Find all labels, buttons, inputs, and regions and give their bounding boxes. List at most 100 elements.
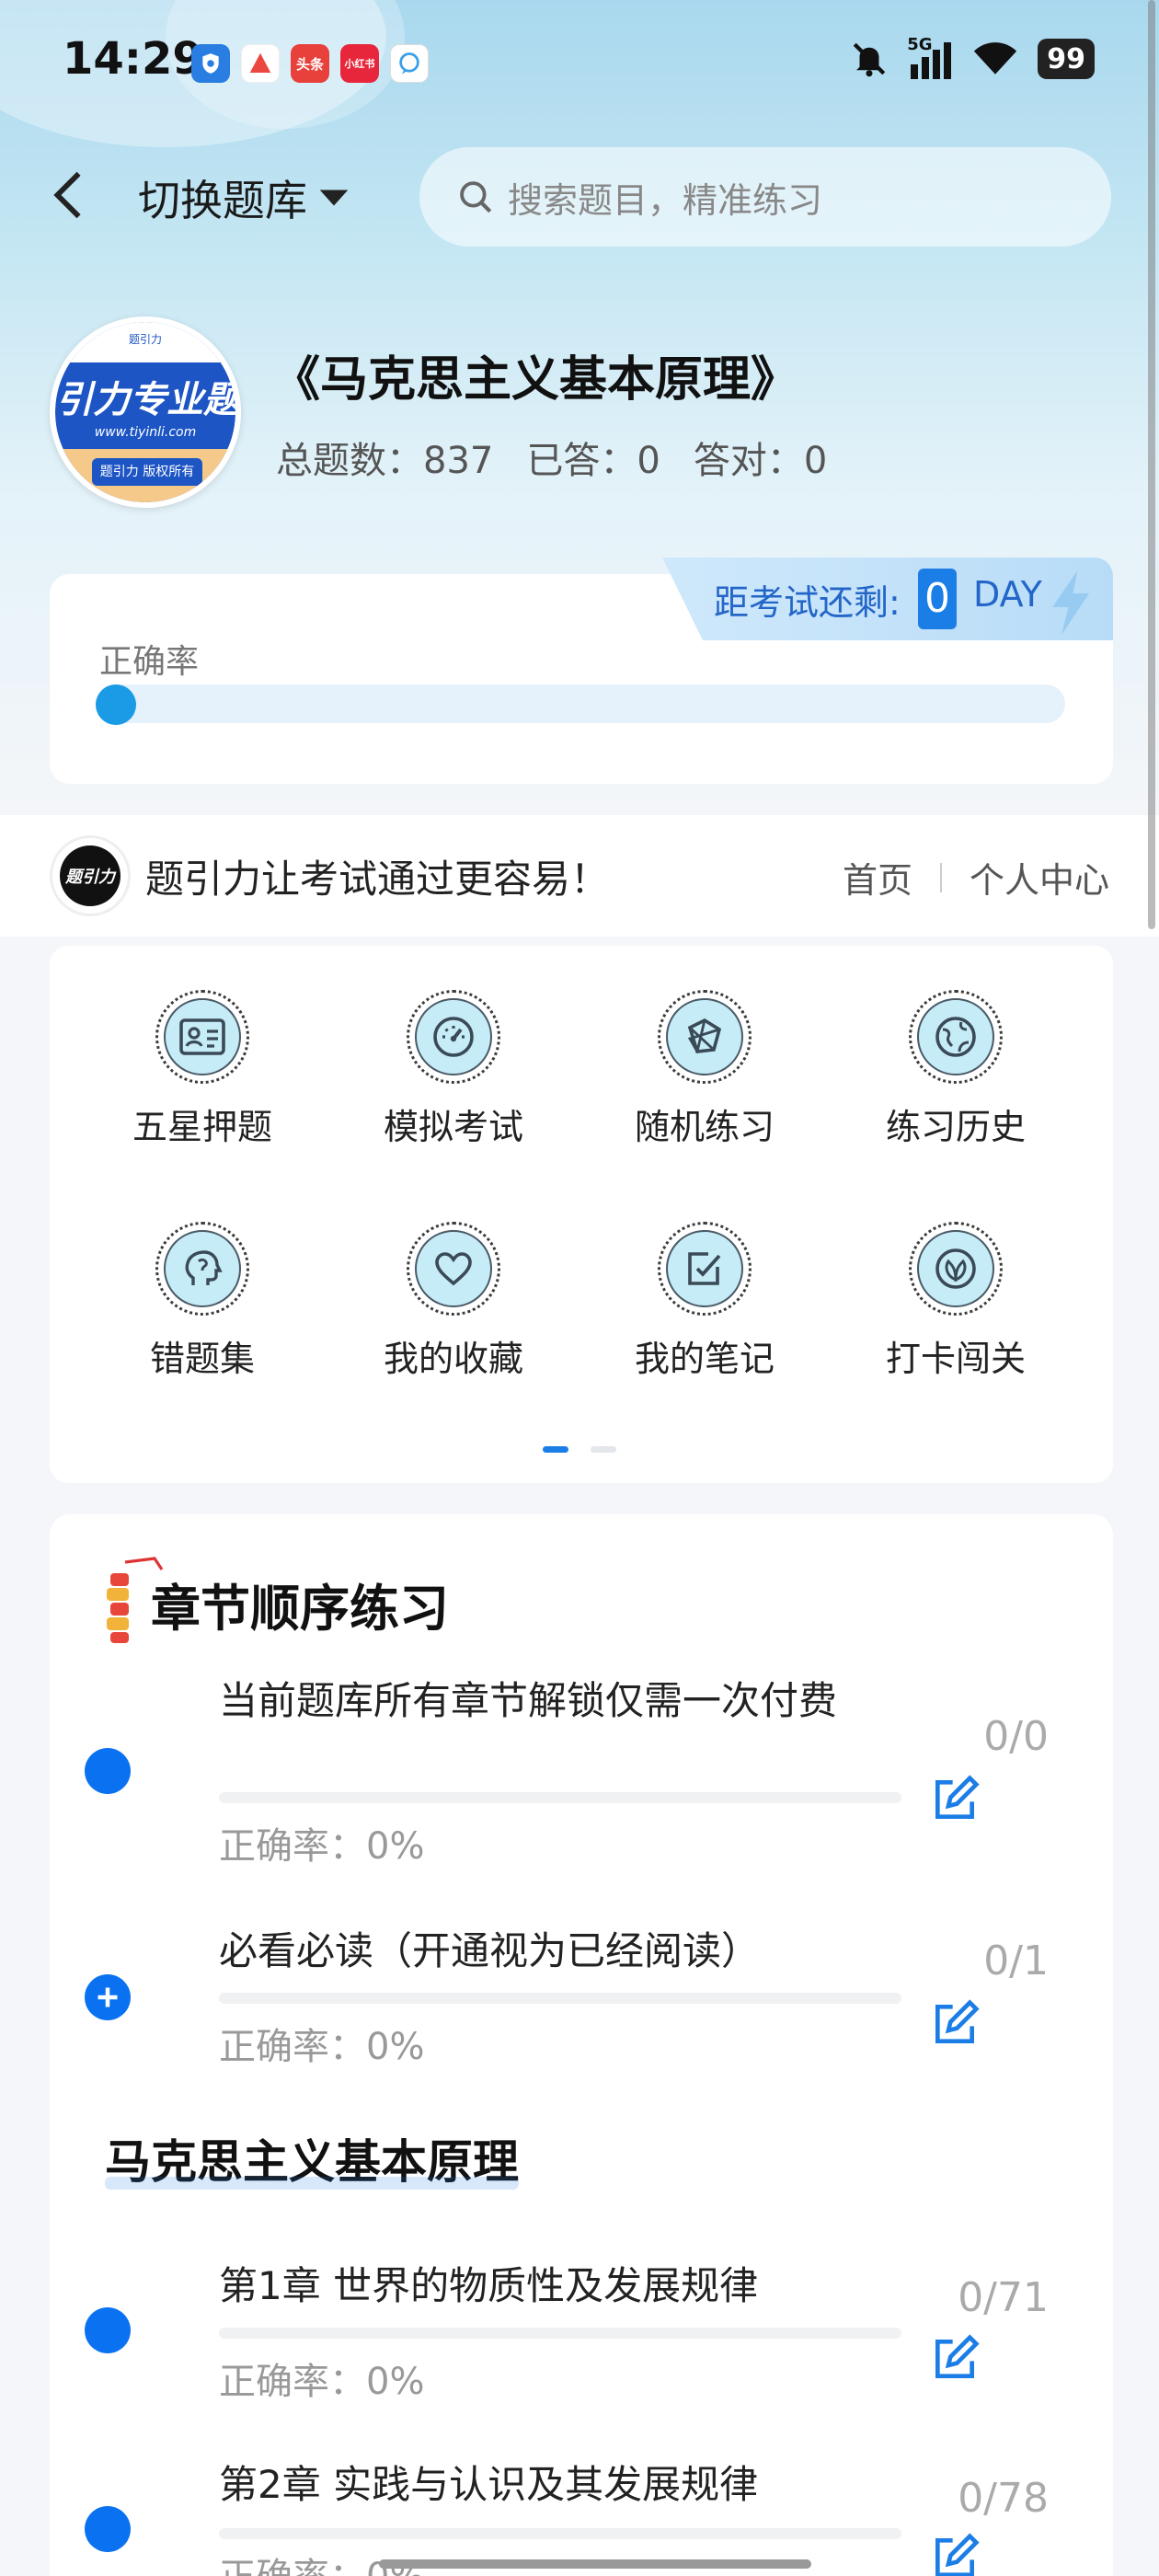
icon-ring [658,1222,752,1316]
chapter-progress-track [219,1792,901,1803]
book-cover: 题引力 引力专业题 www.tiyinli.com 题引力 版权所有 [50,316,241,508]
mute-bell-icon [854,42,886,77]
chapter-progress-track [219,1993,901,2004]
stat-correct-label: 答对： [693,440,804,482]
book-title: 《马克思主义基本原理》 [272,352,799,408]
slogan-text: 题引力让考试通过更容易！ [145,857,610,902]
chapter-accuracy: 正确率：0% [219,1825,425,1868]
stat-total-label: 总题数： [276,440,423,482]
icon-ring [909,990,1003,1084]
exam-days-value: 0 [918,569,957,629]
icon-ring [155,1222,249,1316]
feature-label: 练习历史 [885,1107,1026,1147]
wifi-icon [974,42,1017,75]
edit-icon[interactable] [929,1998,981,2050]
accuracy-progress-track [98,684,1065,723]
toutiao-app-icon: 头条 [291,44,329,83]
feature-label: 我的收藏 [383,1339,523,1379]
exam-countdown-label: 距考试还剩: [714,582,901,623]
edit-icon[interactable] [929,2333,981,2385]
edit-icon[interactable] [929,2532,981,2576]
icon-ring [909,1222,1003,1316]
back-button[interactable] [52,166,98,224]
search-input[interactable]: 搜索题目，精准练习 [419,147,1111,247]
status-time: 14:29 [63,33,203,85]
scrollbar[interactable] [1148,0,1155,929]
icon-ring [407,1222,500,1316]
exam-countdown-tag: 距考试还剩: 0 DAY [662,558,1113,640]
accuracy-label: 正确率 [99,643,200,681]
cover-badge: 题引力 版权所有 [92,458,202,486]
stat-answered: 已答：0 [526,431,660,484]
chapter-expand-button[interactable] [85,1974,131,2020]
feature-notes[interactable]: 我的笔记 [603,1222,806,1381]
feature-checkin[interactable]: 打卡闯关 [855,1222,1057,1381]
home-indicator[interactable] [379,2559,811,2569]
chapter-progress-track [219,2528,901,2539]
chapter-title[interactable]: 第2章 实践与认识及其发展规律 [219,2460,900,2510]
feature-label: 打卡闯关 [885,1339,1026,1379]
book-stats: 总题数：837 已答：0 答对：0 [276,431,827,484]
feature-five-star[interactable]: 五星押题 [101,990,304,1149]
signal-icon: 5G [907,35,953,79]
exam-days-unit: DAY [973,574,1042,615]
cover-title: 引力专业题 [56,379,235,421]
feature-favorites[interactable]: 我的收藏 [352,1222,555,1381]
pager-dot-active[interactable] [543,1446,568,1453]
gauge-icon [415,998,492,1075]
stat-answered-value: 0 [637,440,660,482]
red-app-icon [241,44,280,83]
xiaohongshu-label: 小红书 [344,58,375,70]
stat-correct: 答对：0 [694,431,827,484]
stat-total: 总题数：837 [276,431,493,484]
feature-label: 我的笔记 [634,1339,775,1379]
feature-mock-exam[interactable]: 模拟考试 [352,990,555,1149]
switch-bank-dropdown[interactable]: 切换题库 [138,167,350,228]
chapter-count: 0/0 [983,1713,1049,1760]
chevron-left-icon [53,171,81,219]
link-divider [939,862,942,892]
banner-links: 首页 个人中心 [843,852,1109,903]
xiaohongshu-app-icon: 小红书 [340,44,379,83]
personal-center-link[interactable]: 个人中心 [970,852,1109,903]
chapter-count: 0/1 [983,1938,1049,1984]
tiyinli-logo-icon: 题引力 [50,835,131,916]
book-cover-art: 题引力 引力专业题 www.tiyinli.com 题引力 版权所有 [55,322,235,502]
logo-mark: 题引力 [60,845,120,906]
chapter-progress-track [219,2328,901,2339]
chapter-section-title: 章节顺序练习 [151,1580,449,1638]
subject-section-title: 马克思主义基本原理 [105,2125,519,2191]
grid-pager [543,1446,616,1453]
chapter-accuracy: 正确率：0% [219,2026,425,2068]
globe-icon [917,998,994,1075]
chapter-status-dot [85,2506,131,2552]
chapter-status-dot [85,2307,131,2353]
toutiao-label: 头条 [295,55,324,73]
chapter-title[interactable]: 必看必读（开通视为已经阅读） [219,1926,900,1976]
cover-top: 题引力 [55,322,235,362]
accuracy-progress-handle [96,684,136,725]
search-placeholder: 搜索题目，精准练习 [508,179,823,221]
battery-indicator: 99 [1038,39,1095,79]
feature-wrong-questions[interactable]: 错题集 [101,1222,304,1381]
feature-label: 错题集 [149,1339,255,1379]
lightning-icon [1052,570,1089,635]
shield-app-icon [191,44,230,83]
head-icon [164,1230,241,1307]
feature-random-practice[interactable]: 随机练习 [603,990,806,1149]
feature-label: 模拟考试 [383,1107,523,1147]
id-card-icon [164,998,241,1075]
feature-practice-history[interactable]: 练习历史 [855,990,1057,1149]
network-icon [666,998,743,1075]
stat-answered-label: 已答： [526,440,637,482]
pager-dot[interactable] [591,1446,616,1453]
feature-label: 随机练习 [634,1107,775,1147]
chapter-title[interactable]: 当前题库所有章节解锁仅需一次付费 [219,1676,900,1726]
status-bar: 14:29 头条 小红书 5G 99 [0,0,1159,120]
notification-icons: 头条 小红书 [191,44,429,83]
feature-label: 五星押题 [132,1107,272,1147]
chapter-title[interactable]: 第1章 世界的物质性及发展规律 [219,2261,900,2311]
home-link[interactable]: 首页 [843,852,912,903]
edit-icon[interactable] [929,1774,981,1825]
heart-icon [415,1230,492,1307]
